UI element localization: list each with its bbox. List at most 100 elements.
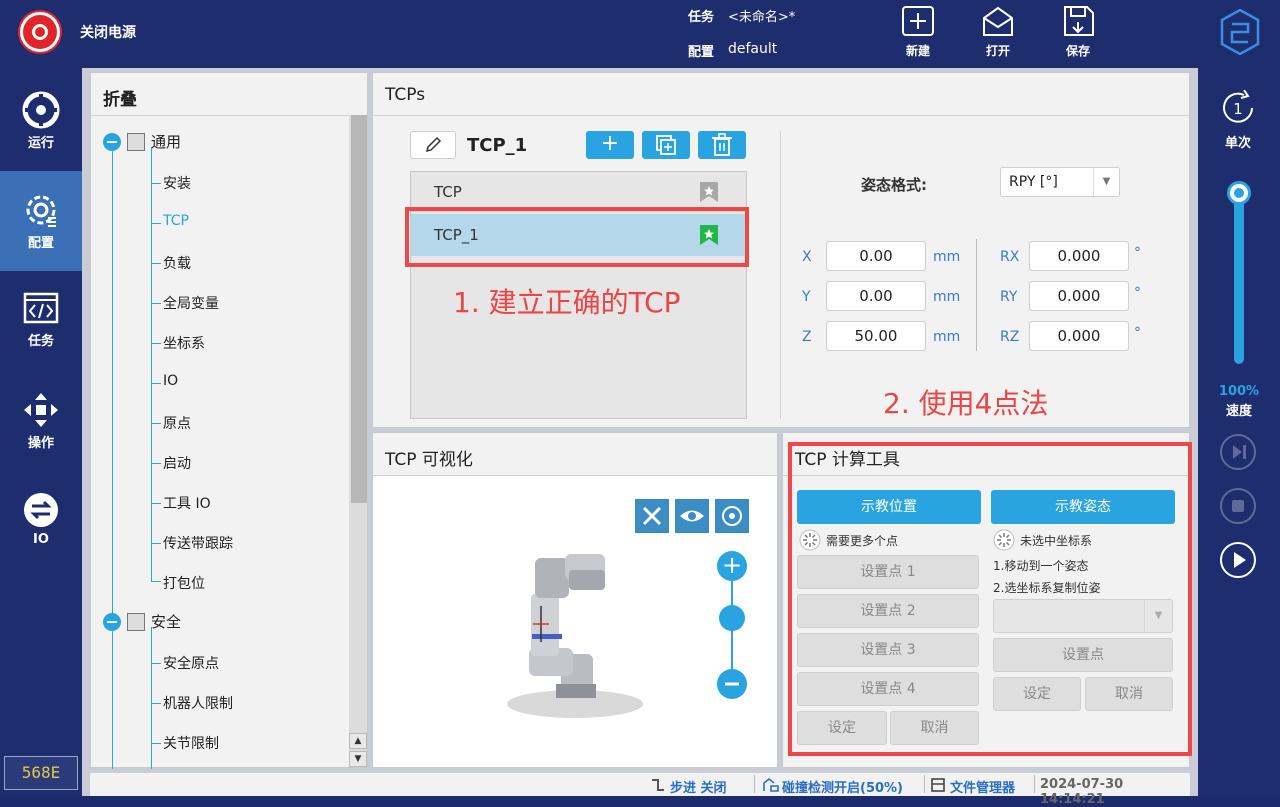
- pose-format-select[interactable]: RPY [°] ▼: [1000, 167, 1120, 197]
- tree-item-conveyor[interactable]: 传送带跟踪: [163, 533, 233, 553]
- power-button[interactable]: [20, 12, 60, 52]
- collision-status[interactable]: 碰撞检测开启(50%): [782, 777, 903, 796]
- x-label: X: [802, 249, 812, 265]
- panel-divider: [373, 115, 1189, 116]
- bookmark-icon[interactable]: [699, 181, 719, 203]
- tcps-title: TCPs: [385, 85, 426, 105]
- config-value: default: [728, 41, 778, 57]
- nav-config[interactable]: 配置: [0, 171, 82, 271]
- minus-icon: [725, 682, 739, 686]
- tree-scrollbar[interactable]: ▲ ▼: [349, 115, 367, 767]
- collapse-icon[interactable]: [103, 132, 121, 151]
- io-icon: [24, 493, 58, 527]
- tree-item-global-vars[interactable]: 全局变量: [163, 293, 219, 313]
- tree-branch: [151, 423, 161, 424]
- rz-field[interactable]: 0.000: [1029, 321, 1129, 351]
- tree-item-robot-limits[interactable]: 机器人限制: [163, 693, 233, 713]
- trash-icon: [712, 133, 732, 156]
- single-run-button[interactable]: 1 单次: [1218, 89, 1258, 151]
- scrollbar-thumb[interactable]: [351, 115, 367, 503]
- tcps-panel: TCPs TCP_1 + TCP TCP_1 1. 建立正确的TCP 姿态格式:: [372, 72, 1190, 428]
- scroll-up-icon[interactable]: ▲: [349, 733, 367, 749]
- content-area: 折叠 通用 安装 TCP 负载 全局变量 坐标系 IO 原点 启动 工具 IO …: [82, 68, 1198, 807]
- ry-label: RY: [1000, 289, 1018, 305]
- nav-operate[interactable]: 操作: [0, 371, 82, 471]
- delete-tcp-button[interactable]: [698, 131, 746, 159]
- play-button[interactable]: [1220, 542, 1256, 578]
- tree-item-payload[interactable]: 负载: [163, 253, 191, 273]
- rotate-icon: [722, 506, 742, 526]
- tree-item-startup[interactable]: 启动: [163, 453, 191, 473]
- speed-slider-knob[interactable]: [1227, 181, 1251, 205]
- tool-view-button[interactable]: [635, 499, 669, 533]
- zoom-slider-knob[interactable]: [719, 605, 745, 631]
- view-toggle-button[interactable]: [675, 499, 709, 533]
- z-field[interactable]: 50.00: [826, 321, 926, 351]
- plus-icon: +: [600, 131, 620, 156]
- annotation-note-1: 1. 建立正确的TCP: [453, 286, 681, 319]
- tree-item-install[interactable]: 安装: [163, 173, 191, 193]
- speed-value: 100%: [1218, 384, 1260, 399]
- tree-branch: [151, 503, 161, 504]
- tree-item-io[interactable]: IO: [163, 373, 178, 389]
- task-value: <未命名>*: [728, 10, 796, 25]
- nav-io[interactable]: IO: [0, 471, 82, 571]
- tree-group-general[interactable]: 通用: [103, 131, 181, 152]
- tree-item-joint-limits[interactable]: 关节限制: [163, 733, 219, 753]
- ry-unit: °: [1134, 285, 1141, 301]
- add-tcp-button[interactable]: +: [586, 131, 634, 159]
- code-icon: [23, 292, 59, 324]
- open-button[interactable]: 打开: [968, 4, 1028, 64]
- tree-group-label: 安全: [151, 613, 182, 631]
- ry-field[interactable]: 0.000: [1029, 281, 1129, 311]
- file-manager-link[interactable]: 文件管理器: [950, 777, 1015, 796]
- zoom-out-button[interactable]: [717, 669, 747, 699]
- collapse-icon[interactable]: [103, 612, 121, 631]
- tree-item-frames[interactable]: 坐标系: [163, 333, 205, 353]
- tree-group-safety[interactable]: 安全: [103, 611, 181, 632]
- config-tree-panel: 折叠 通用 安装 TCP 负载 全局变量 坐标系 IO 原点 启动 工具 IO …: [90, 72, 368, 769]
- scroll-down-icon[interactable]: ▼: [349, 751, 367, 767]
- tree-item-home[interactable]: 原点: [163, 413, 191, 433]
- chevron-down-icon[interactable]: ▼: [1093, 168, 1119, 196]
- tree-branch: [151, 743, 161, 744]
- tree-title[interactable]: 折叠: [103, 85, 137, 110]
- rename-button[interactable]: [410, 131, 456, 159]
- tree-item-tool-io[interactable]: 工具 IO: [163, 493, 211, 513]
- nav-run[interactable]: 运行: [0, 71, 82, 171]
- tree-line: [151, 147, 152, 581]
- save-button[interactable]: 保存: [1048, 4, 1108, 64]
- step-button[interactable]: [1220, 434, 1256, 470]
- stop-button[interactable]: [1220, 488, 1256, 524]
- tree-branch: [151, 383, 161, 384]
- y-unit: mm: [933, 289, 961, 305]
- speed-slider-track[interactable]: [1234, 192, 1244, 364]
- z-unit: mm: [933, 329, 961, 345]
- zoom-in-button[interactable]: +: [717, 551, 747, 581]
- nav-task[interactable]: 任务: [0, 271, 82, 371]
- zoom-slider-track[interactable]: [731, 581, 733, 683]
- save-icon: [1064, 6, 1094, 36]
- tree-branch: [151, 183, 161, 184]
- tree-line: [112, 145, 113, 625]
- z-label: Z: [802, 329, 812, 345]
- rx-field[interactable]: 0.000: [1029, 241, 1129, 271]
- tree-branch: [151, 663, 161, 664]
- list-item[interactable]: TCP: [411, 172, 746, 212]
- tcp-list-name: TCP: [434, 183, 462, 201]
- move-icon: [24, 393, 58, 427]
- speed-label: 速度: [1225, 404, 1252, 419]
- reset-view-button[interactable]: [715, 499, 749, 533]
- tree-branch: [151, 543, 161, 544]
- y-field[interactable]: 0.00: [826, 281, 926, 311]
- tree-branch: [151, 303, 161, 304]
- tree-item-tcp[interactable]: TCP: [163, 213, 189, 229]
- tree-item-palletizing[interactable]: 打包位: [163, 573, 205, 593]
- tree-item-safety-home[interactable]: 安全原点: [163, 653, 219, 673]
- tree-line: [151, 627, 152, 769]
- copy-tcp-button[interactable]: [642, 131, 690, 159]
- x-field[interactable]: 0.00: [826, 241, 926, 271]
- power-icon: [32, 24, 48, 40]
- new-button[interactable]: 新建: [888, 4, 948, 64]
- step-status[interactable]: 步进 关闭: [670, 777, 727, 796]
